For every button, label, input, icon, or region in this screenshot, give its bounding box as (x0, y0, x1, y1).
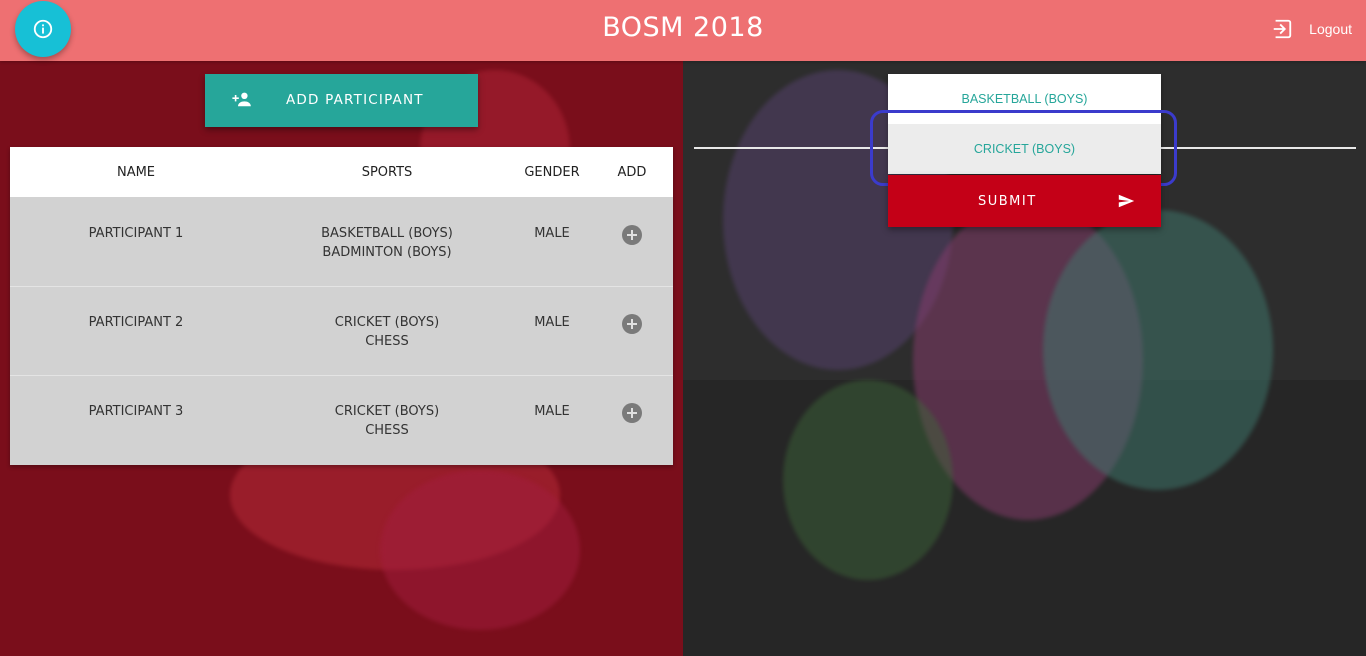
athlete-silhouette (783, 380, 953, 580)
logout-label: Logout (1309, 21, 1352, 37)
app-header: BOSM 2018 Logout (0, 0, 1366, 61)
athlete-silhouette (1043, 210, 1273, 490)
participant-sports: CRICKET (BOYS) CHESS (334, 315, 440, 349)
info-icon (33, 19, 53, 39)
participant-sports: BASKETBALL (BOYS) BADMINTON (BOYS) (321, 226, 453, 260)
table-header: NAME SPORTS GENDER ADD (10, 147, 673, 197)
column-header-gender: GENDER (524, 165, 580, 180)
participant-gender: MALE (534, 404, 570, 419)
table-row: PARTICIPANT 3 CRICKET (BOYS) CHESS MALE (10, 375, 673, 464)
participant-gender: MALE (534, 315, 570, 330)
add-participant-button[interactable]: ADD PARTICIPANT (205, 74, 478, 127)
add-sport-icon[interactable] (622, 314, 642, 334)
table-row: PARTICIPANT 2 CRICKET (BOYS) CHESS MALE (10, 286, 673, 375)
logout-button[interactable]: Logout (1271, 18, 1352, 40)
column-header-sports: SPORTS (361, 165, 413, 180)
app-title: BOSM 2018 (602, 12, 764, 43)
participant-gender: MALE (534, 226, 570, 241)
participant-name: PARTICIPANT 3 (88, 404, 184, 419)
participants-table: NAME SPORTS GENDER ADD PARTICIPANT 1 BAS… (10, 147, 673, 465)
column-header-name: NAME (116, 165, 156, 180)
participant-name: PARTICIPANT 2 (88, 315, 184, 330)
column-header-add: ADD (617, 165, 647, 180)
submit-button[interactable]: SUBMIT (888, 175, 1161, 227)
add-sport-icon[interactable] (622, 403, 642, 423)
add-participant-label: ADD PARTICIPANT (286, 92, 424, 108)
info-button[interactable] (15, 1, 71, 57)
participant-name: PARTICIPANT 1 (88, 226, 184, 241)
person-add-icon (232, 92, 251, 107)
add-sport-icon[interactable] (622, 225, 642, 245)
send-icon (1118, 194, 1135, 208)
table-row: PARTICIPANT 1 BASKETBALL (BOYS) BADMINTO… (10, 197, 673, 286)
logout-icon (1273, 19, 1292, 39)
participant-sports: CRICKET (BOYS) CHESS (334, 404, 440, 438)
submit-label: SUBMIT (978, 194, 1037, 209)
athlete-silhouette (380, 470, 580, 630)
